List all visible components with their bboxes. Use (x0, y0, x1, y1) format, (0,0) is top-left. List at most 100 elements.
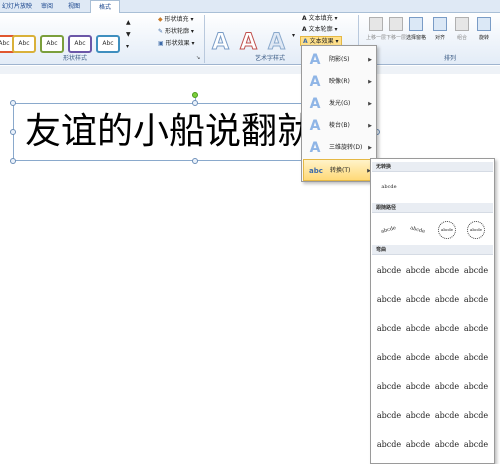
text-outline-button[interactable]: A 文本轮廓 ▾ (302, 25, 338, 35)
resize-handle-top-left[interactable] (10, 100, 16, 106)
warp-15[interactable]: abcde (433, 344, 461, 372)
ribbon-tabs: 幻灯片放映 审阅 视图 格式 (0, 0, 500, 14)
slide-text[interactable]: 友谊的小船说翻就翻 (25, 110, 335, 154)
warp-11[interactable]: abcde (433, 315, 461, 343)
shape-style-3[interactable]: Abc (40, 35, 64, 53)
warp-2[interactable]: abcde (404, 257, 432, 285)
warp-19[interactable]: abcde (433, 373, 461, 401)
menu-item-shadow[interactable]: A 阴影(S) ▶ (303, 49, 376, 71)
warp-1[interactable]: abcde (375, 257, 403, 285)
gallery-more-icon[interactable]: ▾ (126, 42, 129, 52)
menu-item-bevel[interactable]: A 棱台(B) ▶ (303, 115, 376, 137)
wordart-style-1[interactable]: A (211, 30, 229, 56)
text-fill-button[interactable]: A 文本填充 ▾ (302, 14, 338, 24)
path-arch-down[interactable]: abcde (404, 215, 432, 243)
warp-6[interactable]: abcde (404, 286, 432, 314)
slide-gap (0, 66, 500, 74)
reflection-icon: A (309, 74, 321, 90)
resize-handle-bottom-left[interactable] (10, 158, 16, 164)
tab-view[interactable]: 视图 (60, 0, 88, 13)
submenu-arrow-icon: ▶ (368, 145, 372, 151)
warp-18[interactable]: abcde (404, 373, 432, 401)
dialog-launcher-icon[interactable]: ↘ (196, 53, 200, 63)
path-button[interactable]: abcde (462, 215, 490, 243)
wordart-style-3[interactable]: A (267, 30, 285, 56)
effects-icon: ▣ (158, 40, 164, 47)
section-follow-path: 跟随路径 (372, 203, 493, 213)
group-icon (455, 17, 469, 31)
pencil-icon: ✎ (158, 28, 164, 35)
warp-5[interactable]: abcde (375, 286, 403, 314)
align-button[interactable]: 对齐 (430, 15, 450, 50)
wordart-style-2[interactable]: A (239, 30, 257, 56)
shadow-icon: A (309, 52, 321, 68)
shape-outline-button[interactable]: ✎ 形状轮廓 ▾ (158, 27, 194, 37)
warp-24[interactable]: abcde (462, 402, 490, 430)
tab-review[interactable]: 审阅 (34, 0, 60, 13)
resize-handle-left[interactable] (10, 129, 16, 135)
warp-13[interactable]: abcde (375, 344, 403, 372)
section-no-transform: 无转换 (372, 162, 493, 172)
text-outline-icon: A (302, 26, 307, 33)
tab-format[interactable]: 格式 (90, 0, 120, 14)
warp-16[interactable]: abcde (462, 344, 490, 372)
bevel-icon: A (309, 118, 321, 134)
submenu-arrow-icon: ▶ (368, 123, 372, 129)
warp-9[interactable]: abcde (375, 315, 403, 343)
warp-25[interactable]: abcde (375, 431, 403, 459)
menu-item-reflection[interactable]: A 映像(R) ▶ (303, 71, 376, 93)
submenu-arrow-icon: ▶ (368, 101, 372, 107)
send-backward-button[interactable]: 下移一层 (386, 15, 406, 50)
submenu-arrow-icon: ▶ (368, 57, 372, 63)
group-label-arrange: 排列 (443, 55, 456, 62)
shape-style-4[interactable]: Abc (68, 35, 92, 53)
warp-22[interactable]: abcde (404, 402, 432, 430)
warp-12[interactable]: abcde (462, 315, 490, 343)
warp-20[interactable]: abcde (462, 373, 490, 401)
bring-forward-icon (369, 17, 383, 31)
submenu-arrow-icon: ▶ (368, 79, 372, 85)
transform-icon: abc (309, 167, 323, 175)
menu-item-transform[interactable]: abc 转换(T) ▶ (303, 159, 376, 181)
gallery-scroll-icon[interactable]: ▲ (126, 18, 131, 28)
shape-style-2[interactable]: Abc (12, 35, 36, 53)
paint-bucket-icon: ◆ (158, 16, 163, 23)
shape-fill-button[interactable]: ◆ 形状填充 ▾ (158, 15, 193, 25)
transform-submenu: 无转换 abcde 跟随路径 abcde abcde abcde abcde 弯… (370, 158, 495, 464)
shape-effects-button[interactable]: ▣ 形状效果 ▾ (158, 39, 195, 49)
warp-17[interactable]: abcde (375, 373, 403, 401)
warp-28[interactable]: abcde (462, 431, 490, 459)
warp-3[interactable]: abcde (433, 257, 461, 285)
path-arch-up[interactable]: abcde (375, 215, 403, 243)
warp-10[interactable]: abcde (404, 315, 432, 343)
tab-slideshow[interactable]: 幻灯片放映 (0, 0, 34, 13)
send-backward-icon (389, 17, 403, 31)
warp-8[interactable]: abcde (462, 286, 490, 314)
rotate-icon (477, 17, 491, 31)
warp-14[interactable]: abcde (404, 344, 432, 372)
transform-none[interactable]: abcde (375, 173, 403, 201)
text-effects-icon: A (303, 38, 308, 45)
path-circle[interactable]: abcde (433, 215, 461, 243)
warp-4[interactable]: abcde (462, 257, 490, 285)
shape-style-5[interactable]: Abc (96, 35, 120, 53)
warp-26[interactable]: abcde (404, 431, 432, 459)
resize-handle-bottom[interactable] (192, 158, 198, 164)
text-fill-icon: A (302, 15, 307, 22)
wordart-more-icon[interactable]: ▾ (292, 31, 295, 41)
selection-pane-icon (409, 17, 423, 31)
warp-7[interactable]: abcde (433, 286, 461, 314)
warp-27[interactable]: abcde (433, 431, 461, 459)
group-button[interactable]: 组合 (452, 15, 472, 50)
resize-handle-top[interactable] (192, 100, 198, 106)
section-warp: 弯曲 (372, 245, 493, 255)
selection-pane-button[interactable]: 选择窗格 (404, 15, 428, 50)
warp-21[interactable]: abcde (375, 402, 403, 430)
rotate-button[interactable]: 旋转 (474, 15, 494, 50)
gallery-scroll-down-icon[interactable]: ▼ (126, 30, 131, 40)
warp-23[interactable]: abcde (433, 402, 461, 430)
menu-item-glow[interactable]: A 发光(G) ▶ (303, 93, 376, 115)
menu-item-3d-rotation[interactable]: A 三维旋转(D) ▶ (303, 137, 376, 159)
text-effects-menu: A 阴影(S) ▶ A 映像(R) ▶ A 发光(G) ▶ A 棱台(B) ▶ … (301, 45, 377, 182)
glow-icon: A (309, 96, 321, 112)
